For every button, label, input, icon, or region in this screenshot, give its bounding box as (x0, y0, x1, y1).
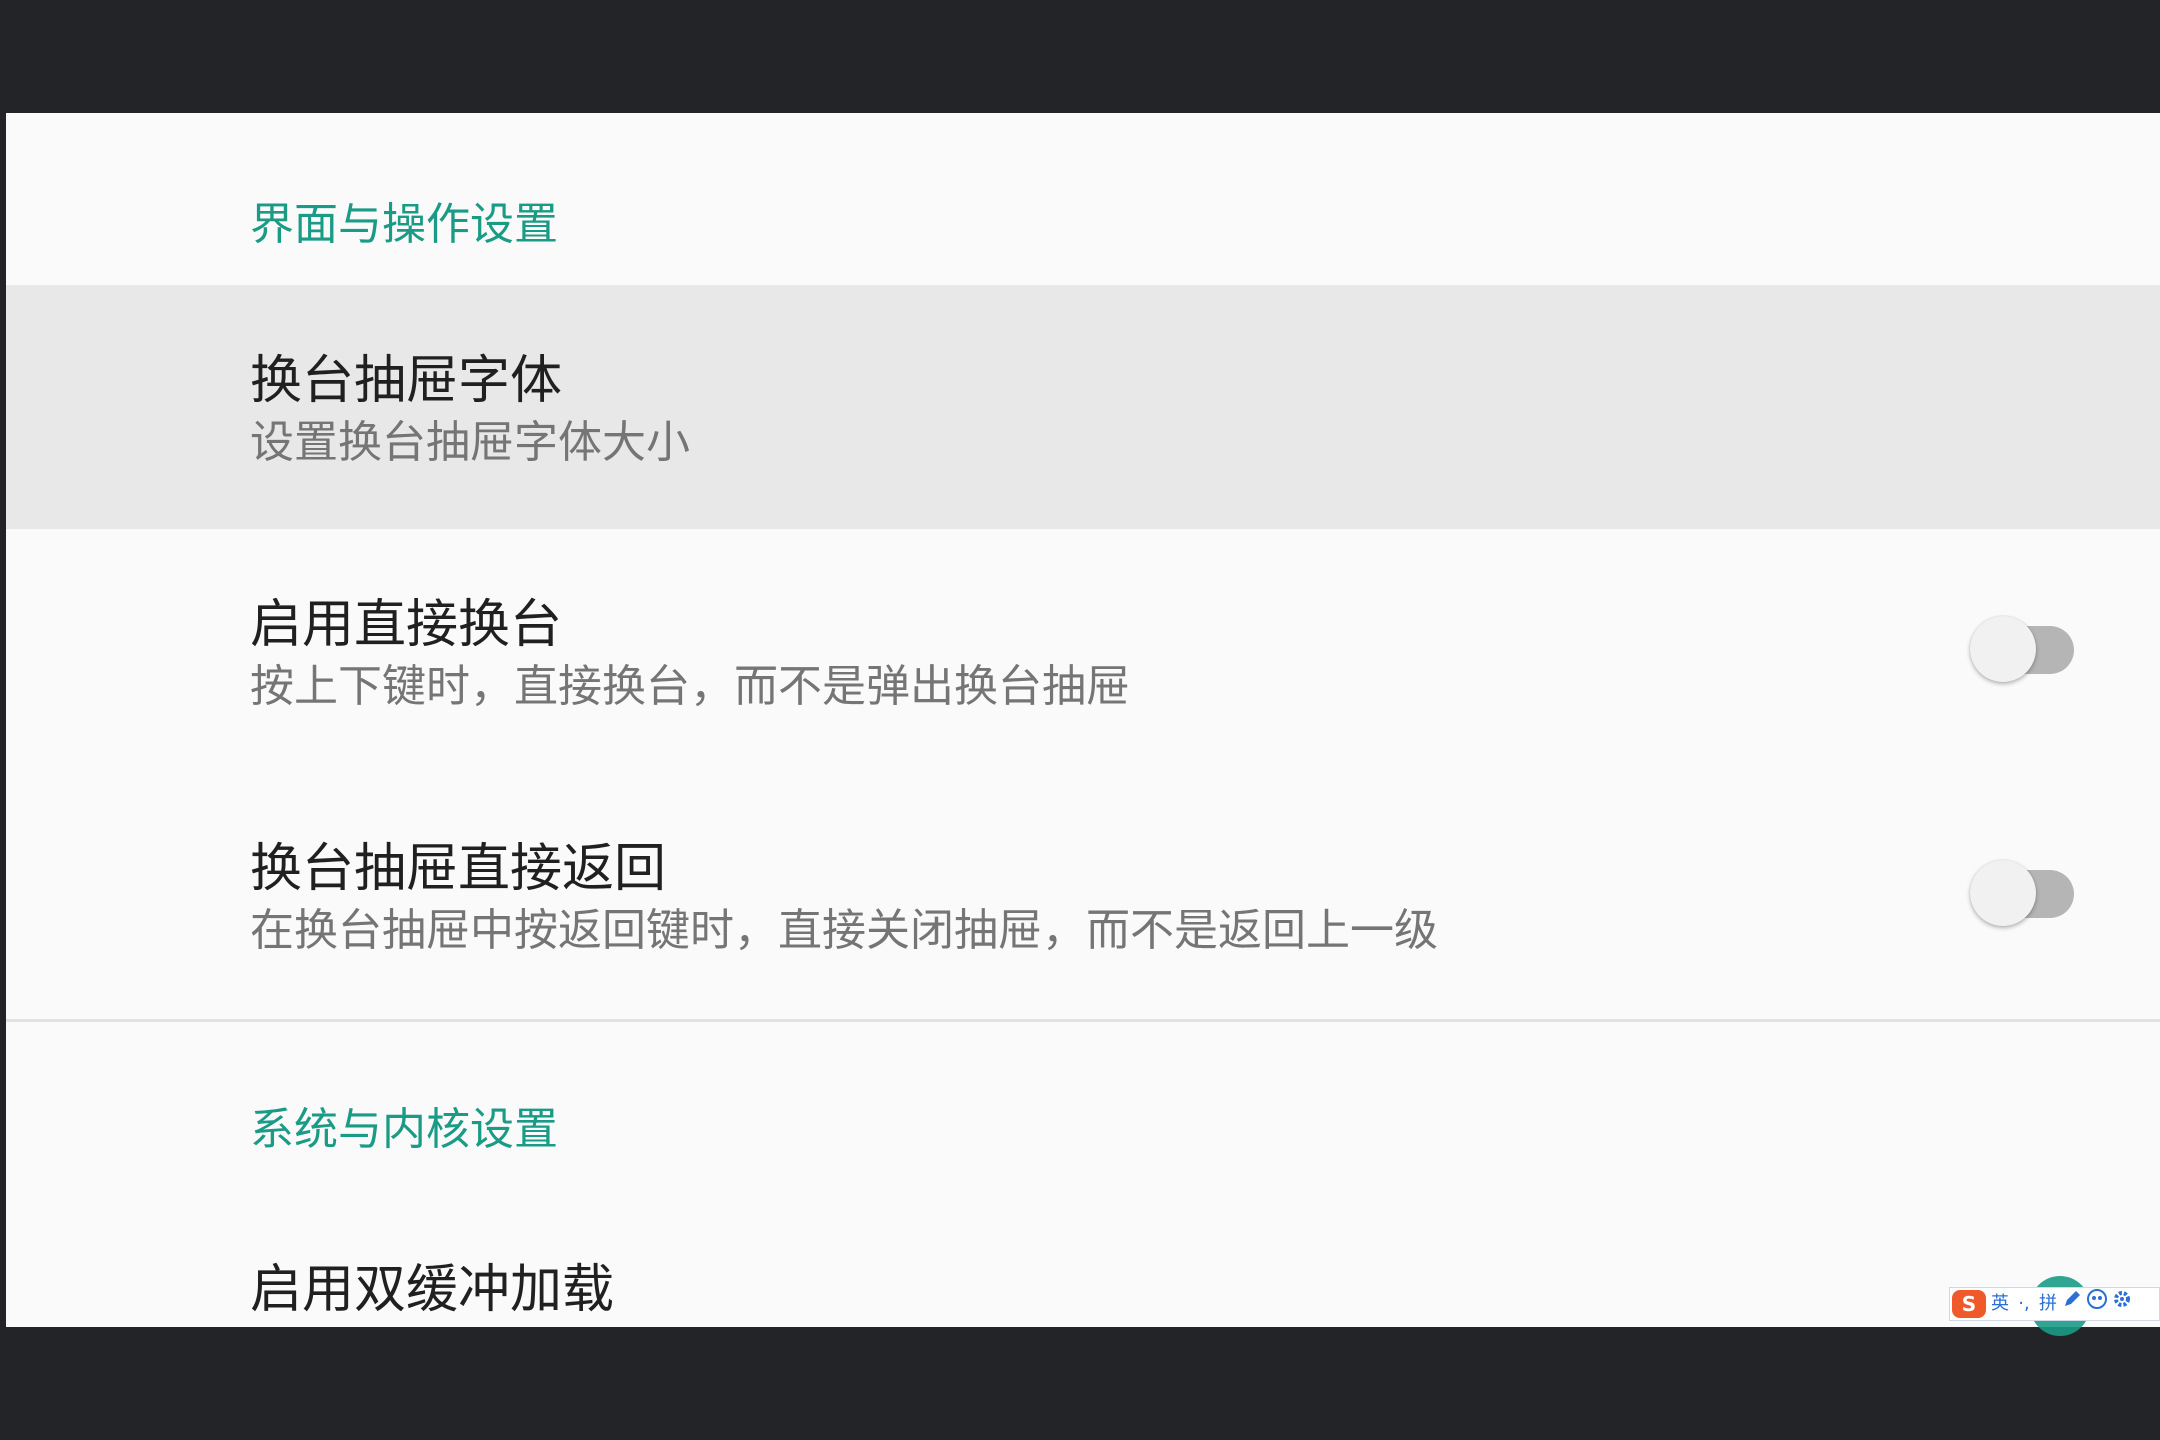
gear-icon[interactable] (2112, 1289, 2132, 1319)
ime-pinyin-mode[interactable]: 拼 (2038, 1289, 2058, 1319)
setting-title: 换台抽屉直接返回 (250, 839, 667, 899)
ime-logo-icon[interactable]: S (1952, 1290, 1986, 1318)
setting-row-drawer-font[interactable]: 换台抽屉字体 设置换台抽屉字体大小 (6, 285, 2160, 529)
setting-subtitle: 在换台抽屉中按返回键时，直接关闭抽屉，而不是返回上一级 (250, 905, 1438, 956)
settings-screen: 界面与操作设置 换台抽屉字体 设置换台抽屉字体大小 启用直接换台 按上下键时，直… (6, 113, 2160, 1327)
setting-title: 换台抽屉字体 (250, 351, 563, 411)
toggle-thumb (1970, 616, 2036, 682)
ime-punctuation-toggle[interactable]: ·, (2014, 1289, 2034, 1319)
setting-row-direct-channel-switch[interactable]: 启用直接换台 按上下键时，直接换台，而不是弹出换台抽屉 (6, 529, 2160, 773)
setting-row-double-buffer[interactable]: 启用双缓冲加载 (6, 1193, 2160, 1327)
setting-title: 启用双缓冲加载 (250, 1260, 615, 1320)
setting-row-drawer-direct-return[interactable]: 换台抽屉直接返回 在换台抽屉中按返回键时，直接关闭抽屉，而不是返回上一级 (6, 773, 2160, 1017)
setting-title: 启用直接换台 (250, 595, 563, 655)
drawer-direct-return-toggle[interactable] (1970, 853, 2074, 926)
face-icon[interactable] (2086, 1288, 2108, 1320)
pen-icon[interactable] (2062, 1289, 2082, 1319)
setting-subtitle: 设置换台抽屉字体大小 (250, 417, 690, 468)
ime-language-toggle[interactable]: 英 (1990, 1289, 2010, 1319)
section-header-ui-settings: 界面与操作设置 (250, 199, 558, 250)
direct-channel-switch-toggle[interactable] (1970, 609, 2074, 682)
toggle-thumb (1970, 860, 2036, 926)
setting-subtitle: 按上下键时，直接换台，而不是弹出换台抽屉 (250, 661, 1130, 712)
ime-toolbar[interactable]: S 英 ·, 拼 (1949, 1287, 2160, 1321)
section-header-system-settings: 系统与内核设置 (250, 1104, 558, 1155)
section-divider (6, 1019, 2160, 1022)
